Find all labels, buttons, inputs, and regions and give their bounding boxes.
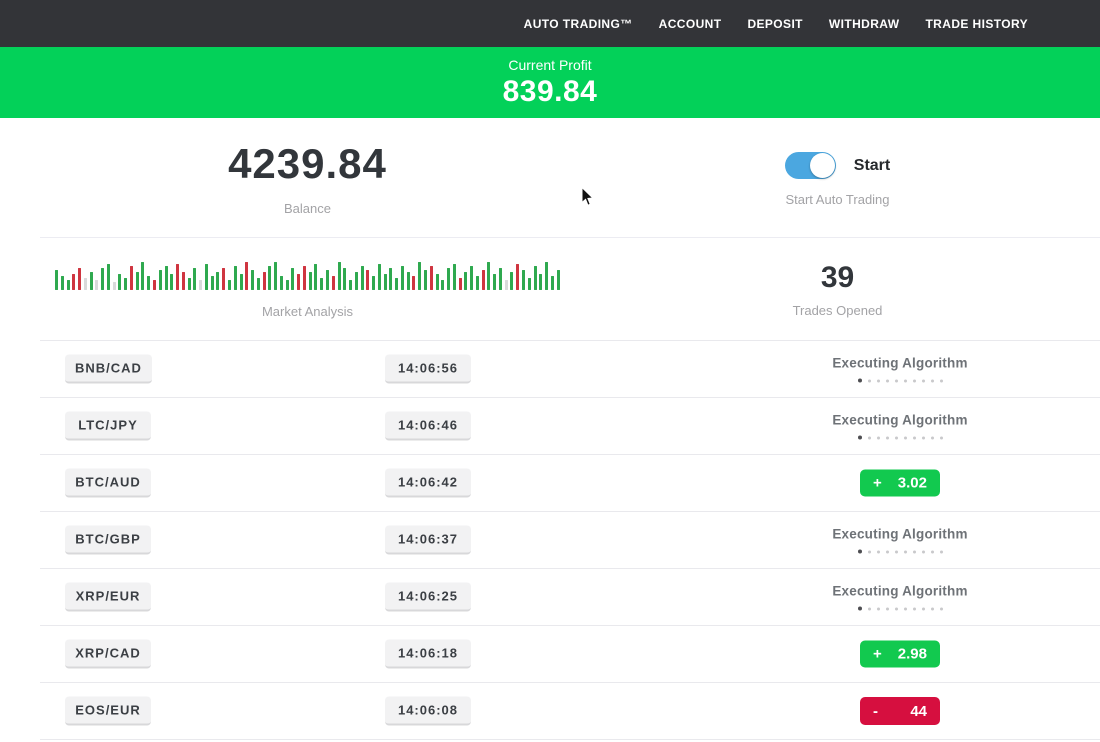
profit-sign: + (873, 646, 882, 663)
time-badge: 14:06:56 (385, 355, 471, 384)
status-cell: Executing Algorithm (780, 584, 1020, 611)
balance-label: Balance (284, 201, 331, 216)
progress-dots (858, 550, 943, 554)
profit-badge: + 3.02 (860, 470, 940, 497)
time-badge: 14:06:42 (385, 469, 471, 498)
trades-opened-value: 39 (821, 261, 854, 295)
executing-algorithm-label: Executing Algorithm (832, 413, 967, 428)
time-badge: 14:06:18 (385, 640, 471, 669)
table-row: EOS/EUR 14:06:08 - 44 (40, 683, 1100, 740)
trades-opened-label: Trades Opened (793, 303, 883, 318)
profit-value: 2.98 (898, 646, 927, 663)
balance-value: 4239.84 (228, 140, 387, 188)
current-profit-label: Current Profit (508, 57, 591, 73)
profit-value: 3.02 (898, 475, 927, 492)
profit-badge: + 2.98 (860, 641, 940, 668)
progress-dots (858, 436, 943, 440)
balance-section: 4239.84 Balance Start Start Auto Trading (0, 118, 1100, 237)
executing-algorithm-label: Executing Algorithm (832, 584, 967, 599)
nav-item-account[interactable]: ACCOUNT (659, 17, 722, 31)
current-profit-value: 839.84 (503, 75, 598, 109)
nav-item-auto-trading[interactable]: AUTO TRADING™ (524, 17, 633, 31)
start-auto-trading-label: Start Auto Trading (785, 192, 889, 207)
loss-sign: - (873, 703, 878, 720)
status-cell: Executing Algorithm (780, 527, 1020, 554)
status-cell: + 3.02 (780, 470, 1020, 497)
status-cell: Executing Algorithm (780, 413, 1020, 440)
top-nav-bar: AUTO TRADING™ ACCOUNT DEPOSIT WITHDRAW T… (0, 0, 1100, 47)
status-cell: + 2.98 (780, 641, 1020, 668)
pair-badge: XRP/EUR (65, 583, 151, 612)
table-row: LTC/JPY 14:06:46 Executing Algorithm (40, 398, 1100, 455)
time-badge: 14:06:37 (385, 526, 471, 555)
loss-badge: - 44 (860, 697, 940, 725)
loss-value: 44 (910, 703, 927, 720)
pair-badge: BTC/GBP (65, 526, 151, 555)
status-cell: - 44 (780, 697, 1020, 725)
profit-sign: + (873, 475, 882, 492)
executing-algorithm-label: Executing Algorithm (832, 527, 967, 542)
trades-table: BNB/CAD 14:06:56 Executing Algorithm LTC… (40, 340, 1100, 740)
progress-dots (858, 607, 943, 611)
pair-badge: BNB/CAD (65, 355, 152, 384)
status-cell: Executing Algorithm (780, 356, 1020, 383)
auto-trading-toggle[interactable] (785, 152, 836, 179)
progress-dots (858, 379, 943, 383)
table-row: BTC/GBP 14:06:37 Executing Algorithm (40, 512, 1100, 569)
market-analysis-label: Market Analysis (262, 304, 353, 319)
executing-algorithm-label: Executing Algorithm (832, 356, 967, 371)
pair-badge: LTC/JPY (65, 412, 151, 441)
table-row: XRP/CAD 14:06:18 + 2.98 (40, 626, 1100, 683)
time-badge: 14:06:46 (385, 412, 471, 441)
pair-badge: BTC/AUD (65, 469, 151, 498)
toggle-knob (810, 153, 835, 178)
nav-item-deposit[interactable]: DEPOSIT (747, 17, 802, 31)
nav-item-withdraw[interactable]: WITHDRAW (829, 17, 900, 31)
toggle-start-label: Start (854, 157, 890, 175)
table-row: XRP/EUR 14:06:25 Executing Algorithm (40, 569, 1100, 626)
nav-item-trade-history[interactable]: TRADE HISTORY (925, 17, 1028, 31)
market-analysis-section: Market Analysis 39 Trades Opened (0, 238, 1100, 340)
table-row: BTC/AUD 14:06:42 + 3.02 (40, 455, 1100, 512)
current-profit-banner: Current Profit 839.84 (0, 47, 1100, 118)
table-row: BNB/CAD 14:06:56 Executing Algorithm (40, 341, 1100, 398)
time-badge: 14:06:25 (385, 583, 471, 612)
pair-badge: XRP/CAD (65, 640, 151, 669)
pair-badge: EOS/EUR (65, 697, 151, 726)
market-bars-chart (55, 260, 560, 290)
time-badge: 14:06:08 (385, 697, 471, 726)
